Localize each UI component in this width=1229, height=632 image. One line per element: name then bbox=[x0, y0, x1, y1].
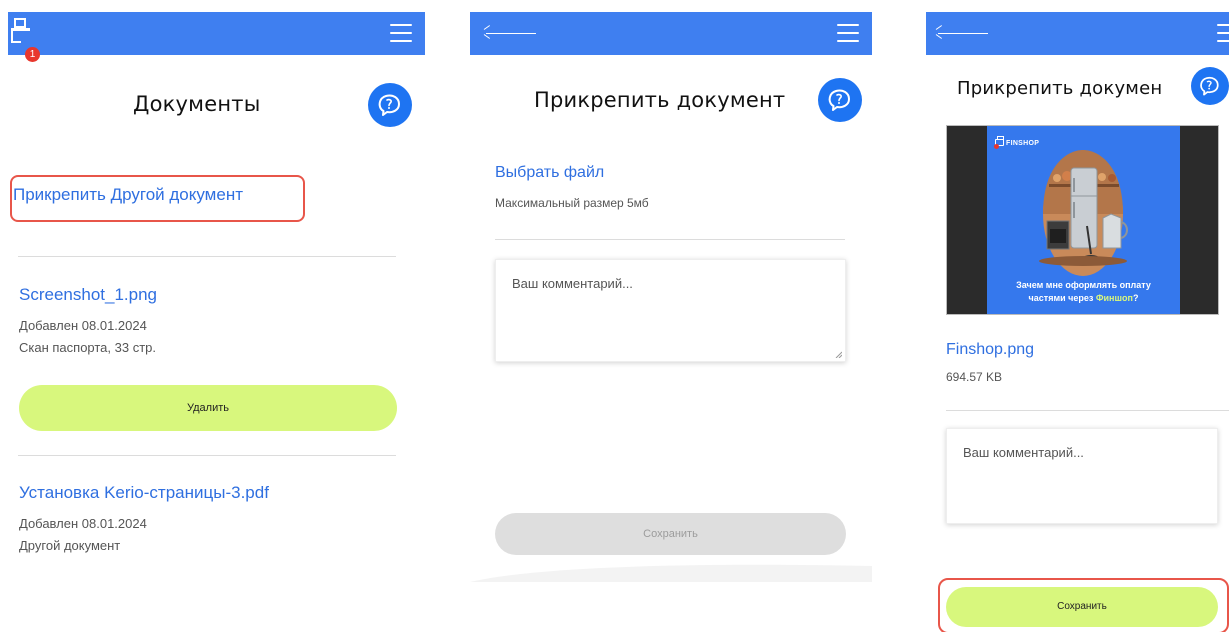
comment-textarea[interactable]: Ваш комментарий... bbox=[495, 259, 846, 362]
document-name[interactable]: Screenshot_1.png bbox=[19, 285, 157, 305]
chat-help-icon[interactable] bbox=[368, 83, 412, 127]
page-title: Документы bbox=[133, 92, 261, 116]
divider bbox=[495, 239, 845, 240]
cart-count-badge: 1 bbox=[25, 47, 40, 62]
file-size: 694.57 KB bbox=[946, 370, 1003, 384]
document-description: Другой документ bbox=[19, 538, 121, 553]
divider bbox=[946, 410, 1229, 411]
preview-caption-suffix: ? bbox=[1132, 293, 1139, 303]
page-title: Прикрепить документ bbox=[534, 88, 786, 112]
bottom-wave-decoration bbox=[470, 564, 872, 582]
hamburger-menu-icon[interactable] bbox=[390, 24, 412, 42]
attach-document-preview-screen: Прикрепить докумен FINSHOP Зачем мне офо… bbox=[926, 0, 1229, 632]
comment-placeholder: Ваш комментарий... bbox=[512, 276, 633, 291]
document-added-date: Добавлен 08.01.2024 bbox=[19, 318, 147, 333]
shopping-bag-icon[interactable] bbox=[10, 15, 32, 49]
document-added-date: Добавлен 08.01.2024 bbox=[19, 516, 147, 531]
divider bbox=[18, 455, 396, 456]
top-bar: 1 bbox=[8, 12, 425, 62]
chat-help-icon[interactable] bbox=[1191, 67, 1229, 105]
save-button[interactable]: Сохранить bbox=[946, 587, 1218, 627]
preview-caption: Зачем мне оформлять оплату частями через… bbox=[987, 279, 1180, 305]
attach-document-screen: Прикрепить документ Выбрать файл Максима… bbox=[470, 0, 872, 632]
document-description: Скан паспорта, 33 стр. bbox=[19, 340, 156, 355]
divider bbox=[18, 256, 396, 257]
preview-caption-line1: Зачем мне оформлять оплату bbox=[1016, 280, 1151, 290]
attach-other-document-link[interactable]: Прикрепить Другой документ bbox=[13, 185, 243, 205]
comment-placeholder: Ваш комментарий... bbox=[963, 445, 1084, 460]
choose-file-link[interactable]: Выбрать файл bbox=[495, 164, 604, 182]
hamburger-menu-icon[interactable] bbox=[837, 24, 859, 42]
hamburger-menu-icon[interactable] bbox=[1217, 24, 1229, 42]
file-name-link[interactable]: Finshop.png bbox=[946, 341, 1034, 359]
documents-screen: 1 Документы Прикрепить Другой документ S… bbox=[8, 0, 425, 632]
delete-button[interactable]: Удалить bbox=[19, 385, 397, 431]
save-button-disabled[interactable]: Сохранить bbox=[495, 513, 846, 555]
preview-caption-accent: Финшоп bbox=[1095, 293, 1133, 303]
top-bar bbox=[926, 12, 1229, 55]
preview-caption-line2: частями через bbox=[1028, 293, 1096, 303]
page-title: Прикрепить докумен bbox=[957, 78, 1163, 99]
document-name[interactable]: Установка Kerio-страницы-3.pdf bbox=[19, 483, 269, 503]
max-size-hint: Максимальный размер 5мб bbox=[495, 196, 649, 210]
top-bar bbox=[470, 12, 872, 55]
image-preview: FINSHOP Зачем мне оформлять оплату частя… bbox=[946, 125, 1219, 315]
back-arrow-icon[interactable] bbox=[935, 25, 988, 39]
comment-textarea[interactable]: Ваш комментарий... bbox=[946, 428, 1218, 524]
preview-banner: FINSHOP Зачем мне оформлять оплату частя… bbox=[987, 126, 1180, 314]
chat-help-icon[interactable] bbox=[818, 78, 862, 122]
back-arrow-icon[interactable] bbox=[483, 25, 536, 39]
resize-grip-icon[interactable] bbox=[835, 351, 842, 358]
